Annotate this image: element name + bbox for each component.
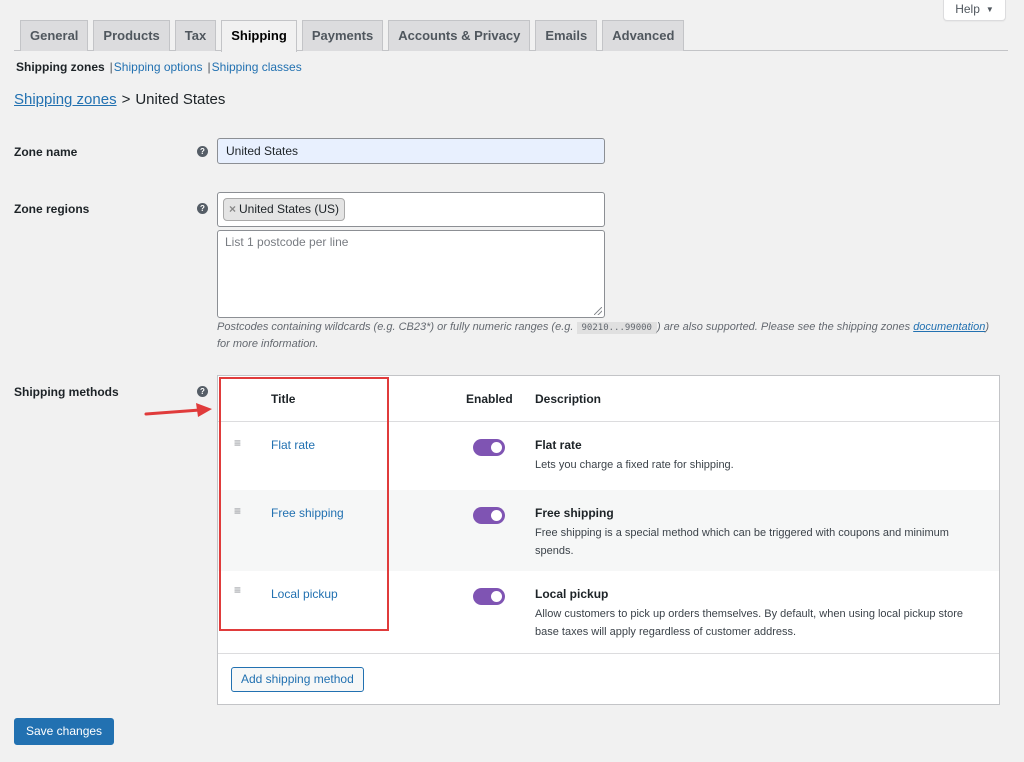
tab-emails[interactable]: Emails: [535, 20, 598, 51]
method-description-title: Flat rate: [535, 438, 582, 452]
region-chip-label: United States (US): [239, 202, 340, 216]
help-icon[interactable]: ?: [197, 203, 208, 214]
subnav-shipping-classes[interactable]: Shipping classes: [212, 60, 302, 74]
tab-tax[interactable]: Tax: [174, 20, 217, 51]
help-icon[interactable]: ?: [197, 386, 208, 397]
breadcrumb-current: United States: [135, 91, 226, 108]
column-header-enabled: Enabled: [466, 392, 513, 406]
enabled-toggle[interactable]: [473, 507, 505, 524]
settings-tabs: General Products Tax Shipping Payments A…: [14, 20, 1008, 52]
range-example-code: 90210...99000: [576, 322, 657, 334]
note-text: ) are also supported. Please see the shi…: [656, 321, 914, 333]
caret-down-icon: ▼: [985, 5, 994, 14]
tab-accounts-privacy[interactable]: Accounts & Privacy: [388, 20, 531, 51]
subnav-separator: |: [207, 60, 211, 74]
subnav-shipping-options[interactable]: Shipping options: [114, 60, 203, 74]
tab-payments[interactable]: Payments: [301, 20, 384, 51]
tab-products[interactable]: Products: [93, 20, 170, 51]
method-description-title: Local pickup: [535, 587, 609, 601]
column-header-description: Description: [535, 392, 602, 406]
documentation-link[interactable]: documentation: [913, 321, 985, 333]
zone-name-label: Zone name: [14, 145, 78, 159]
zone-regions-select[interactable]: × United States (US): [217, 192, 605, 227]
postcodes-textarea[interactable]: List 1 postcode per line: [217, 230, 605, 318]
shipping-methods-label: Shipping methods: [14, 385, 119, 399]
note-text: Postcodes containing wildcards (e.g. CB2…: [217, 321, 577, 333]
resize-grip-icon[interactable]: [594, 307, 602, 315]
method-description: Lets you charge a fixed rate for shippin…: [535, 459, 734, 471]
enabled-toggle[interactable]: [473, 439, 505, 456]
tab-general[interactable]: General: [20, 20, 89, 51]
footer-divider: [218, 653, 999, 654]
postcodes-placeholder: List 1 postcode per line: [225, 235, 349, 249]
zone-regions-label: Zone regions: [14, 202, 90, 216]
region-chip: × United States (US): [223, 198, 346, 221]
help-tab-button[interactable]: Help ▼: [943, 0, 1006, 21]
settings-page: Help ▼ General Products Tax Shipping Paym…: [0, 0, 1024, 762]
help-icon[interactable]: ?: [197, 146, 208, 157]
breadcrumb-shipping-zones-link[interactable]: Shipping zones: [14, 91, 117, 108]
shipping-subnav: Shipping zones |Shipping options |Shipping…: [16, 60, 302, 74]
subnav-separator: |: [109, 60, 113, 74]
breadcrumb: Shipping zones > United States: [14, 91, 225, 108]
enabled-toggle[interactable]: [473, 588, 505, 605]
annotation-highlight-box: [219, 377, 389, 631]
tab-shipping[interactable]: Shipping: [221, 20, 297, 52]
method-description: Allow customers to pick up orders themse…: [535, 608, 963, 638]
help-label: Help: [955, 2, 980, 16]
tab-advanced[interactable]: Advanced: [602, 20, 685, 51]
breadcrumb-separator: >: [121, 91, 131, 108]
remove-icon[interactable]: ×: [229, 202, 236, 216]
method-description: Free shipping is a special method which …: [535, 527, 949, 557]
add-shipping-method-button[interactable]: Add shipping method: [231, 667, 364, 692]
save-changes-button[interactable]: Save changes: [14, 718, 115, 745]
postcodes-help-text: Postcodes containing wildcards (e.g. CB2…: [217, 319, 992, 352]
subnav-shipping-zones: Shipping zones: [16, 60, 105, 74]
annotation-arrow-icon: [144, 403, 212, 417]
method-description-title: Free shipping: [535, 506, 614, 520]
zone-name-input[interactable]: United States: [217, 138, 605, 164]
